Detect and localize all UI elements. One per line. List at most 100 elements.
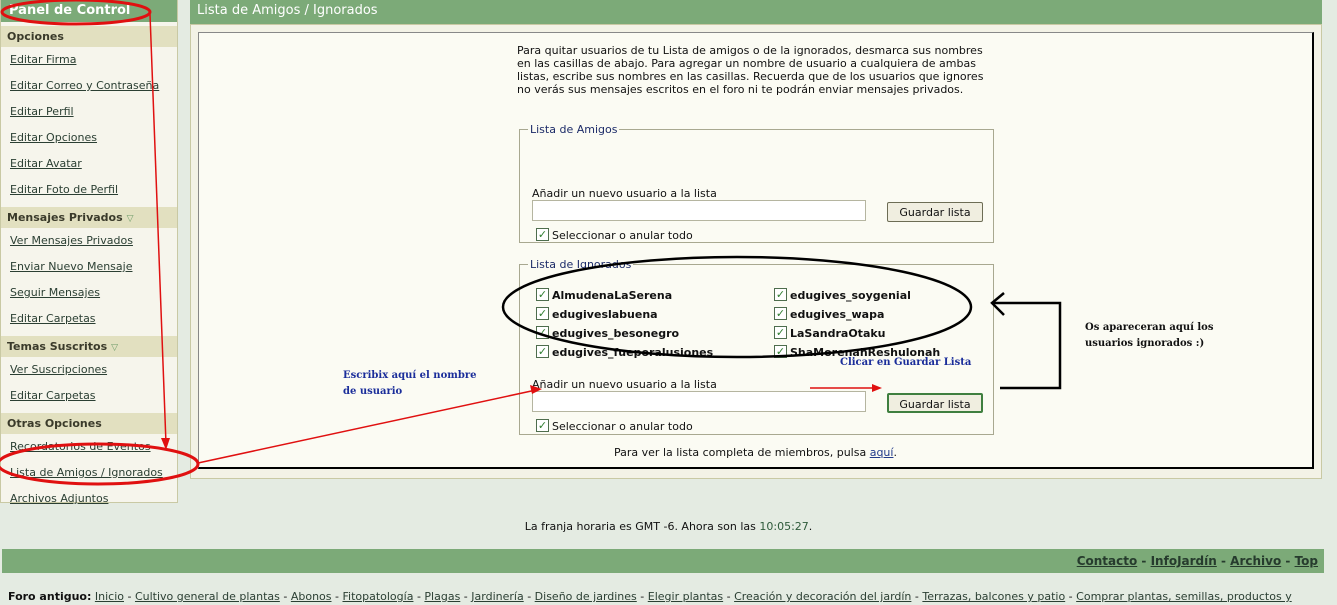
control-panel-sidebar: Panel de Control Opciones Editar Firma E…	[0, 0, 178, 505]
legacy-link[interactable]: Plagas	[424, 590, 460, 603]
ignored-user-checkbox[interactable]: ✓	[774, 345, 787, 358]
footer-link-archivo[interactable]: Archivo	[1230, 554, 1281, 568]
footer-link-bar: Contacto - InfoJardín - Archivo - Top	[2, 549, 1324, 573]
annotation-write-name: Escribix aquí el nombre de usuario	[343, 370, 477, 397]
members-note: Para ver la lista completa de miembros, …	[199, 446, 1312, 459]
footer-link-contacto[interactable]: Contacto	[1077, 554, 1138, 568]
friends-legend: Lista de Amigos	[530, 123, 618, 136]
legacy-link[interactable]: Elegir plantas	[648, 590, 723, 603]
members-link[interactable]: aquí	[870, 446, 894, 459]
legacy-link[interactable]: Abonos	[291, 590, 332, 603]
sidebar-link[interactable]: Recordatorios de Eventos	[10, 440, 151, 453]
timezone-text: La franja horaria es GMT -6. Ahora son l…	[524, 520, 756, 533]
footer-link-infojardin[interactable]: InfoJardín	[1151, 554, 1217, 568]
legacy-forum-links: Foro antiguo: Inicio - Cultivo general d…	[8, 590, 1292, 603]
ignored-select-all-checkbox[interactable]: ✓	[536, 419, 549, 432]
sidebar-heading-mensajes[interactable]: Mensajes Privados ▽	[1, 207, 177, 228]
sidebar-item-editar-opciones[interactable]: Editar Opciones	[1, 125, 177, 151]
sidebar-heading-label: Opciones	[7, 30, 64, 43]
sidebar-link[interactable]: Editar Perfil	[10, 105, 74, 118]
friends-select-all-checkbox[interactable]: ✓	[536, 228, 549, 241]
sidebar-heading-opciones: Opciones	[1, 26, 177, 47]
sidebar-item-ver-suscripciones[interactable]: Ver Suscripciones	[1, 357, 177, 383]
sidebar-item-editar-carpetas-2[interactable]: Editar Carpetas	[1, 383, 177, 409]
sidebar-item-editar-carpetas[interactable]: Editar Carpetas	[1, 306, 177, 332]
main-panel: Para quitar usuarios de tu Lista de amig…	[190, 24, 1322, 479]
annotation-appear-here: Os apareceran aquí los usuarios ignorado…	[1085, 322, 1214, 349]
sidebar-item-recordatorios[interactable]: Recordatorios de Eventos	[1, 434, 177, 460]
sidebar-heading-label: Otras Opciones	[7, 417, 102, 430]
legacy-link[interactable]: Creación y decoración del jardín	[734, 590, 911, 603]
sidebar-item-ver-mensajes[interactable]: Ver Mensajes Privados	[1, 228, 177, 254]
legacy-link[interactable]: Inicio	[95, 590, 124, 603]
collapse-triangle-icon[interactable]: ▽	[111, 343, 118, 353]
ignored-user-name: edugives_soygenial	[790, 289, 911, 302]
sidebar-link[interactable]: Ver Suscripciones	[10, 363, 107, 376]
ignored-legend: Lista de Ignorados	[530, 258, 632, 271]
friends-fieldset: Lista de Amigos Añadir un nuevo usuario …	[519, 123, 994, 243]
sidebar-link[interactable]: Lista de Amigos / Ignorados	[10, 466, 163, 479]
ignored-add-label: Añadir un nuevo usuario a la lista	[532, 378, 717, 391]
sidebar-link[interactable]: Editar Firma	[10, 53, 76, 66]
legacy-link[interactable]: Comprar plantas, semillas, productos y	[1076, 590, 1292, 603]
sidebar-item-editar-avatar[interactable]: Editar Avatar	[1, 151, 177, 177]
ignored-fieldset: Lista de Ignorados ✓ AlmudenaLaSerena ✓ …	[519, 258, 994, 435]
ignored-user-name: edugives_fueporalusiones	[552, 346, 714, 359]
ignored-user-name: AlmudenaLaSerena	[552, 289, 673, 302]
sidebar-link[interactable]: Editar Opciones	[10, 131, 97, 144]
members-note-text: Para ver la lista completa de miembros, …	[614, 446, 867, 459]
main-content-box: Para quitar usuarios de tu Lista de amig…	[198, 32, 1314, 469]
collapse-triangle-icon[interactable]: ▽	[127, 214, 134, 224]
ignored-user-checkbox[interactable]: ✓	[774, 326, 787, 339]
ignored-save-button[interactable]: Guardar lista	[887, 393, 983, 413]
footer-separator: -	[1141, 554, 1147, 568]
ignored-user-checkbox[interactable]: ✓	[774, 288, 787, 301]
sidebar-link[interactable]: Editar Avatar	[10, 157, 82, 170]
footer-link-top[interactable]: Top	[1295, 554, 1318, 568]
sidebar-heading-label: Mensajes Privados	[7, 211, 123, 224]
sidebar-item-seguir-mensajes[interactable]: Seguir Mensajes	[1, 280, 177, 306]
sidebar-link[interactable]: Enviar Nuevo Mensaje	[10, 260, 132, 273]
legacy-link[interactable]: Cultivo general de plantas	[135, 590, 280, 603]
friends-add-input[interactable]	[532, 200, 866, 221]
legacy-link[interactable]: Jardinería	[471, 590, 523, 603]
friends-add-label: Añadir un nuevo usuario a la lista	[532, 187, 717, 200]
sidebar-link[interactable]: Seguir Mensajes	[10, 286, 100, 299]
ignored-select-all-label: Seleccionar o anular todo	[552, 420, 693, 433]
sidebar-link[interactable]: Editar Carpetas	[10, 312, 96, 325]
page-title: Lista de Amigos / Ignorados	[190, 0, 1322, 24]
friends-save-button[interactable]: Guardar lista	[887, 202, 983, 222]
intro-text: Para quitar usuarios de tu Lista de amig…	[517, 44, 984, 96]
legacy-link[interactable]: Terrazas, balcones y patio	[922, 590, 1065, 603]
members-note-end: .	[893, 446, 897, 459]
ignored-user-checkbox[interactable]: ✓	[536, 288, 549, 301]
sidebar-link[interactable]: Editar Foto de Perfil	[10, 183, 118, 196]
sidebar-item-editar-foto[interactable]: Editar Foto de Perfil	[1, 177, 177, 203]
ignored-user-name: edugives_besonegro	[552, 327, 680, 340]
clock-value: 10:05:27	[759, 520, 809, 533]
sidebar-item-editar-firma[interactable]: Editar Firma	[1, 47, 177, 73]
ignored-user-checkbox[interactable]: ✓	[536, 345, 549, 358]
sidebar-link[interactable]: Ver Mensajes Privados	[10, 234, 133, 247]
legacy-label: Foro antiguo:	[8, 590, 92, 603]
sidebar-item-archivos-adjuntos[interactable]: Archivos Adjuntos	[1, 486, 177, 512]
sidebar-heading-label: Temas Suscritos	[7, 340, 108, 353]
ignored-user-checkbox[interactable]: ✓	[774, 307, 787, 320]
footer-separator: -	[1220, 554, 1226, 568]
ignored-user-checkbox[interactable]: ✓	[536, 307, 549, 320]
sidebar-link[interactable]: Editar Carpetas	[10, 389, 96, 402]
sidebar-item-enviar-mensaje[interactable]: Enviar Nuevo Mensaje	[1, 254, 177, 280]
ignored-add-input[interactable]	[532, 391, 866, 412]
sidebar-item-editar-perfil[interactable]: Editar Perfil	[1, 99, 177, 125]
sidebar-item-amigos-ignorados[interactable]: Lista de Amigos / Ignorados	[1, 460, 177, 486]
legacy-link[interactable]: Fitopatología	[342, 590, 413, 603]
sidebar-link[interactable]: Archivos Adjuntos	[10, 492, 108, 505]
ignored-user-name: edugives_wapa	[790, 308, 885, 321]
sidebar-link[interactable]: Editar Correo y Contraseña	[10, 79, 159, 92]
sidebar-heading-temas[interactable]: Temas Suscritos ▽	[1, 336, 177, 357]
annotation-click-save: Clicar en Guardar Lista	[840, 357, 972, 368]
legacy-link[interactable]: Diseño de jardines	[535, 590, 637, 603]
ignored-user-checkbox[interactable]: ✓	[536, 326, 549, 339]
friends-select-all-label: Seleccionar o anular todo	[552, 229, 693, 242]
sidebar-item-editar-correo[interactable]: Editar Correo y Contraseña	[1, 73, 177, 99]
